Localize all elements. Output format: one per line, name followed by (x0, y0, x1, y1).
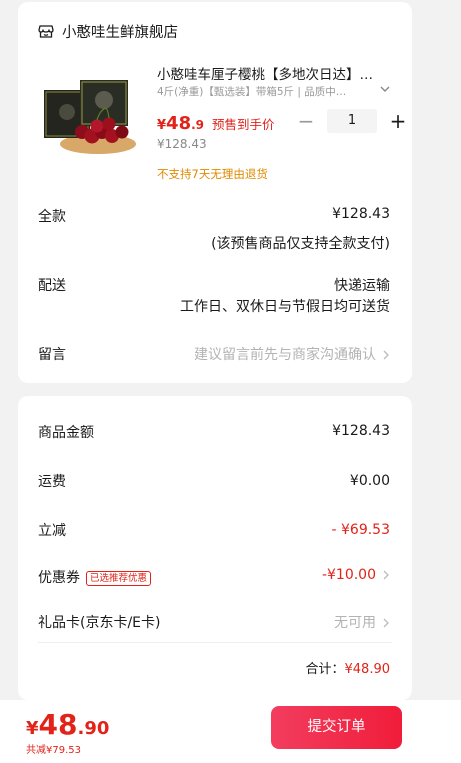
return-policy-note: 不支持7天无理由退货 (157, 167, 268, 181)
delivery-time-note[interactable]: 工作日、双休日与节假日均可送货 (180, 296, 390, 316)
goods-amount-value: ¥128.43 (332, 423, 390, 439)
quantity-input[interactable]: 1 (327, 109, 377, 133)
goods-amount-label: 商品金额 (38, 425, 94, 441)
coupon-label: 优惠券 (38, 570, 80, 586)
shipping-value: ¥0.00 (349, 473, 390, 489)
chevron-right-icon (383, 570, 389, 580)
total-row: 合计：¥48.90 (305, 658, 390, 677)
product-spec[interactable]: 4斤(净重)【甄选装】带箱5斤 | 品质中… (157, 84, 371, 99)
delivery-label: 配送 (38, 278, 66, 294)
store-icon (38, 25, 54, 38)
total-saved: 共减¥79.53 (26, 745, 81, 756)
order-card: 小憨哇生鲜旗舰店 小憨哇车厘子樱桃【多地次日达】… 4斤(净重)【甄选装】带箱5… (18, 2, 412, 383)
total-label: 合计： (305, 662, 345, 677)
chevron-down-icon[interactable] (379, 84, 391, 94)
price-decimal: .9 (191, 118, 205, 132)
checkout-total: ¥ 48 .90 (26, 708, 109, 741)
price-integer: 48 (166, 113, 192, 134)
message-placeholder: 建议留言前先与商家沟通确认 (194, 347, 376, 363)
store-name: 小憨哇生鲜旗舰店 (62, 24, 178, 41)
message-label: 留言 (38, 347, 66, 363)
delivery-method[interactable]: 快递运输 (334, 275, 390, 295)
full-payment-value: ¥128.43 (332, 206, 390, 222)
product-price: ¥ 48 .9 预售到手价 (157, 113, 275, 134)
full-payment-note: (该预售商品仅支持全款支付) (211, 236, 390, 252)
full-payment-label: 全款 (38, 209, 66, 225)
gift-card-label: 礼品卡(京东卡/E卡) (38, 615, 161, 631)
original-price: ¥128.43 (157, 137, 207, 151)
message-field[interactable]: 建议留言前先与商家沟通确认 (194, 344, 390, 364)
coupon-badge: 已选推荐优惠 (86, 570, 152, 586)
instant-discount-label: 立减 (38, 523, 66, 539)
price-tag: 预售到手价 (212, 117, 275, 132)
checkout-bar: ¥ 48 .90 共减¥79.53 提交订单 (0, 700, 461, 763)
checkout-currency: ¥ (26, 718, 39, 739)
chevron-right-icon (383, 618, 389, 628)
coupon-value: -¥10.00 (321, 567, 376, 583)
gift-card-value: 无可用 (334, 615, 376, 631)
divider (38, 642, 392, 643)
summary-card: 商品金额 ¥128.43 运费 ¥0.00 立减 - ¥69.53 优惠券 已选推… (18, 396, 412, 700)
price-currency: ¥ (157, 118, 167, 133)
instant-discount-value: - ¥69.53 (331, 522, 391, 538)
checkout-price-integer: 48 (38, 708, 78, 741)
checkout-price-decimal: .90 (77, 718, 110, 739)
store-header[interactable]: 小憨哇生鲜旗舰店 (38, 20, 178, 42)
decrease-button[interactable]: − (297, 108, 315, 134)
total-value: ¥48.90 (344, 662, 391, 677)
submit-order-button[interactable]: 提交订单 (271, 706, 402, 749)
chevron-right-icon (383, 350, 389, 360)
coupon-selector[interactable]: -¥10.00 (322, 567, 390, 583)
quantity-stepper: − 1 + (297, 108, 407, 134)
shipping-label: 运费 (38, 474, 66, 490)
gift-card-selector[interactable]: 无可用 (334, 612, 390, 632)
product-title[interactable]: 小憨哇车厘子樱桃【多地次日达】… (157, 63, 393, 83)
increase-button[interactable]: + (389, 108, 407, 134)
coupon-row[interactable]: 优惠券 已选推荐优惠 (38, 567, 152, 587)
product-image[interactable] (42, 74, 142, 158)
